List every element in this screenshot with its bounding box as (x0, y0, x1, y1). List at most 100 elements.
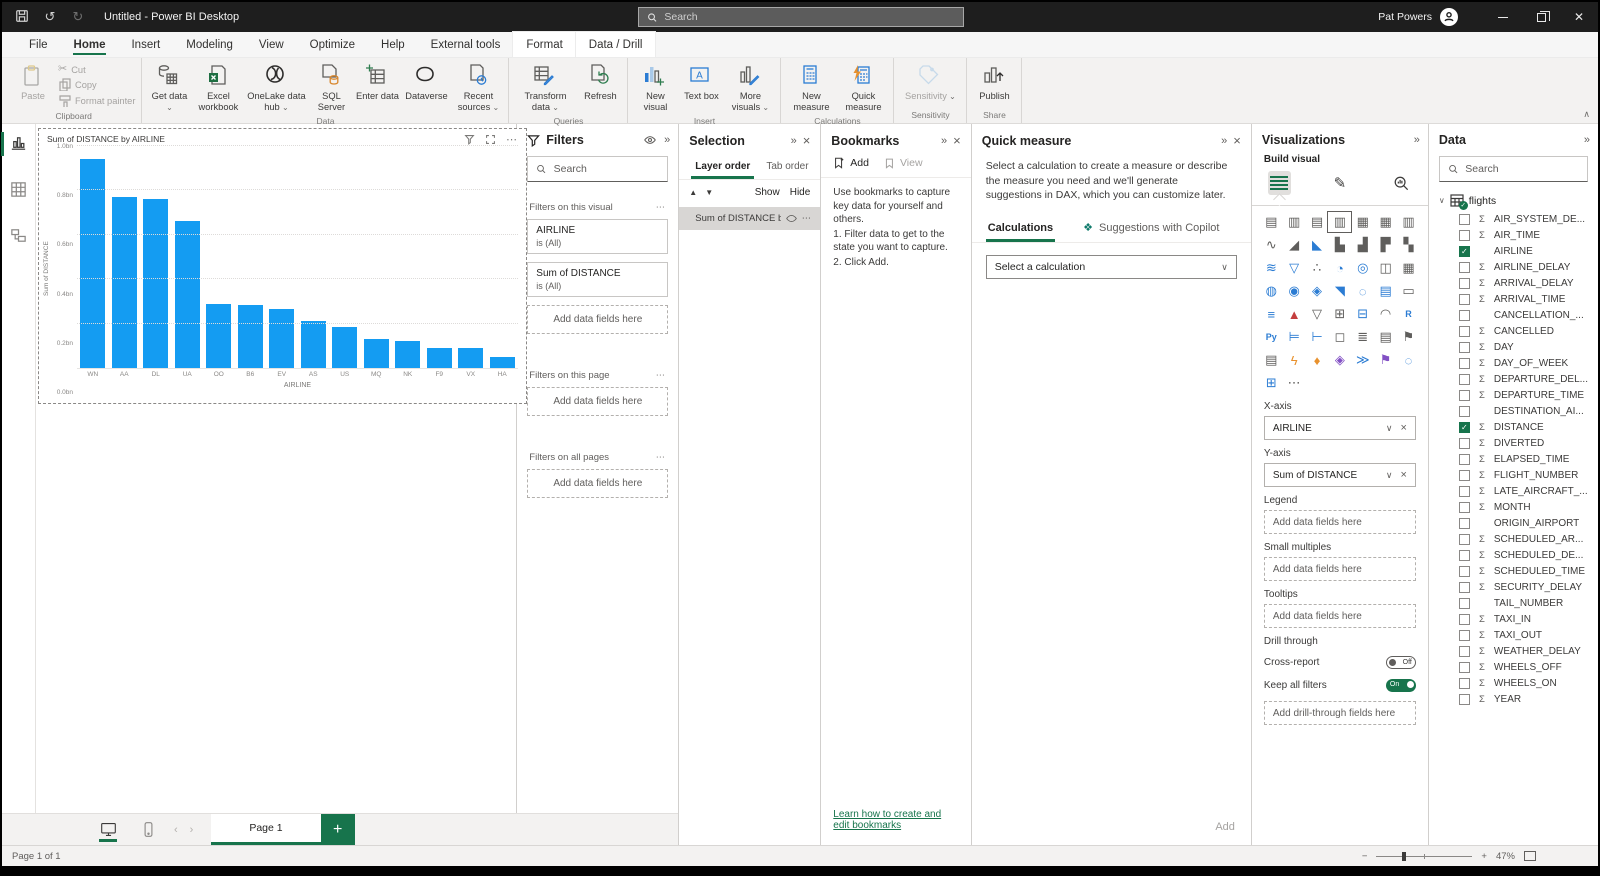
bar-US[interactable] (329, 146, 361, 368)
field-checkbox[interactable] (1458, 325, 1470, 337)
field-row[interactable]: Σ AIR_SYSTEM_DE... (1429, 211, 1598, 227)
account-name[interactable]: Pat Powers (1378, 11, 1432, 23)
field-row[interactable]: Σ DEPARTURE_TIME (1429, 387, 1598, 403)
copilot-suggestions-tab[interactable]: ❖ Suggestions with Copilot (1081, 217, 1221, 242)
field-row[interactable]: Σ DEPARTURE_DEL... (1429, 371, 1598, 387)
minimize-button[interactable] (1484, 2, 1522, 32)
publish-button[interactable]: Publish (971, 61, 1017, 104)
filters-search-input[interactable] (553, 163, 660, 175)
show-all-button[interactable]: Show (755, 187, 780, 198)
map-icon[interactable]: ◍ (1260, 281, 1283, 301)
transform-data-button[interactable]: Transform data (513, 61, 577, 115)
power-automate-icon[interactable]: ϟ (1283, 350, 1306, 370)
card-icon[interactable]: ▭ (1397, 281, 1420, 301)
field-row[interactable]: ✓ Σ DISTANCE (1429, 419, 1598, 435)
data-search-input[interactable] (1465, 163, 1579, 175)
tab-optimize[interactable]: Optimize (297, 32, 368, 57)
calculation-select[interactable]: Select a calculation ∨ (985, 255, 1237, 280)
field-checkbox[interactable] (1458, 693, 1470, 705)
funnel-chart-icon[interactable]: ▽ (1283, 258, 1306, 278)
field-row[interactable]: TAIL_NUMBER (1429, 595, 1598, 611)
field-checkbox[interactable] (1458, 533, 1470, 545)
close-pane-icon[interactable]: × (1233, 133, 1241, 148)
tab-help[interactable]: Help (368, 32, 418, 57)
bar-EV[interactable] (266, 146, 298, 368)
field-row[interactable]: Σ WHEELS_ON (1429, 675, 1598, 691)
field-row[interactable]: Σ DIVERTED (1429, 435, 1598, 451)
goals-icon[interactable]: ⚑ (1374, 350, 1397, 370)
calculations-tab[interactable]: Calculations (985, 217, 1056, 243)
field-row[interactable]: Σ DAY (1429, 339, 1598, 355)
multi-row-card-icon[interactable]: ▦ (1397, 258, 1420, 278)
collapse-pane-icon[interactable]: » (1221, 135, 1227, 147)
filter-card-airline[interactable]: AIRLINE is (All) (527, 219, 669, 254)
gauge-icon[interactable]: ◠ (1374, 304, 1397, 324)
field-checkbox[interactable] (1458, 373, 1470, 385)
100-stacked-bar-chart-icon[interactable]: ▦ (1351, 212, 1374, 232)
100-stacked-column-chart-icon[interactable]: ▦ (1374, 212, 1397, 232)
add-filter-dropzone[interactable]: Add data fields here (527, 305, 669, 334)
filter-icon[interactable] (464, 134, 475, 145)
field-row[interactable]: Σ SCHEDULED_TIME (1429, 563, 1598, 579)
field-row[interactable]: Σ SCHEDULED_DE... (1429, 547, 1598, 563)
field-row[interactable]: Σ ARRIVAL_DELAY (1429, 275, 1598, 291)
line-chart-icon[interactable]: ∿ (1260, 235, 1283, 255)
filters-search[interactable] (527, 156, 669, 182)
chevron-down-icon[interactable]: ∨ (1386, 423, 1393, 434)
legend-dropzone[interactable]: Add data fields here (1263, 510, 1416, 534)
eye-icon[interactable] (644, 134, 657, 146)
collapse-pane-icon[interactable]: » (791, 135, 797, 147)
table-icon[interactable]: ⊞ (1328, 304, 1351, 324)
more-visuals-button[interactable]: More visuals (724, 61, 776, 115)
bar-UA[interactable] (172, 146, 204, 368)
bar-chart-visual[interactable]: ⋯ Sum of DISTANCE by AIRLINE Sum of DIST… (38, 128, 527, 404)
field-checkbox[interactable] (1458, 501, 1470, 513)
field-checkbox[interactable] (1458, 277, 1470, 289)
tab-external-tools[interactable]: External tools (418, 32, 514, 57)
section-more-icon[interactable]: ⋯ (656, 370, 667, 381)
bar-MQ[interactable] (361, 146, 393, 368)
line-and-clustered-column-chart-icon[interactable]: ▟ (1351, 235, 1374, 255)
new-visual-button[interactable]: New visual (632, 61, 678, 115)
table-flights[interactable]: ∨ ✓ flights (1429, 192, 1598, 210)
collapse-pane-icon[interactable]: » (1414, 134, 1420, 146)
global-search-input[interactable] (664, 11, 955, 23)
field-checkbox[interactable] (1458, 565, 1470, 577)
clustered-bar-chart-icon[interactable]: ▤ (1306, 212, 1329, 232)
visibility-eye-icon[interactable] (785, 213, 797, 224)
azure-map-icon[interactable]: ◥ (1328, 281, 1351, 301)
build-visual-mode-button[interactable] (1267, 171, 1291, 195)
field-checkbox[interactable] (1458, 453, 1470, 465)
more-options-icon[interactable]: ⋯ (1283, 373, 1306, 393)
get-data-button[interactable]: Get data (146, 61, 192, 115)
tab-data-drill[interactable]: Data / Drill (575, 32, 656, 57)
bar-WN[interactable] (77, 146, 109, 368)
page-tab[interactable]: Page 1 (211, 814, 321, 845)
arcgis-map-icon[interactable]: ◌ (1351, 281, 1374, 301)
field-checkbox[interactable] (1458, 405, 1470, 417)
bar-AA[interactable] (109, 146, 141, 368)
quick-measure-button[interactable]: Quick measure (837, 61, 889, 115)
new-page-button[interactable]: + (320, 814, 355, 845)
field-row[interactable]: Σ TAXI_OUT (1429, 627, 1598, 643)
field-checkbox[interactable] (1458, 597, 1470, 609)
field-row[interactable]: Σ FLIGHT_NUMBER (1429, 467, 1598, 483)
field-checkbox[interactable] (1458, 581, 1470, 593)
matrix-icon[interactable]: ⊟ (1351, 304, 1374, 324)
field-row[interactable]: Σ SECURITY_DELAY (1429, 579, 1598, 595)
field-row[interactable]: Σ MONTH (1429, 499, 1598, 515)
hide-all-button[interactable]: Hide (790, 187, 811, 198)
refresh-button[interactable]: Refresh (577, 61, 623, 104)
prev-page-icon[interactable]: ‹ (174, 824, 178, 836)
field-checkbox[interactable] (1458, 629, 1470, 641)
field-row[interactable]: Σ WEATHER_DELAY (1429, 643, 1598, 659)
field-row[interactable]: CANCELLATION_... (1429, 307, 1598, 323)
chevron-down-icon[interactable]: ∨ (1386, 470, 1393, 481)
recent-sources-button[interactable]: Recent sources (452, 61, 504, 115)
chevron-expanded-icon[interactable]: ∨ (1439, 196, 1445, 205)
enter-data-button[interactable]: Enter data (354, 61, 400, 104)
field-row[interactable]: Σ ARRIVAL_TIME (1429, 291, 1598, 307)
field-row[interactable]: Σ TAXI_IN (1429, 611, 1598, 627)
quick-measure-add-button[interactable]: Add (1215, 821, 1235, 833)
donut-chart-icon[interactable]: ◎ (1351, 258, 1374, 278)
